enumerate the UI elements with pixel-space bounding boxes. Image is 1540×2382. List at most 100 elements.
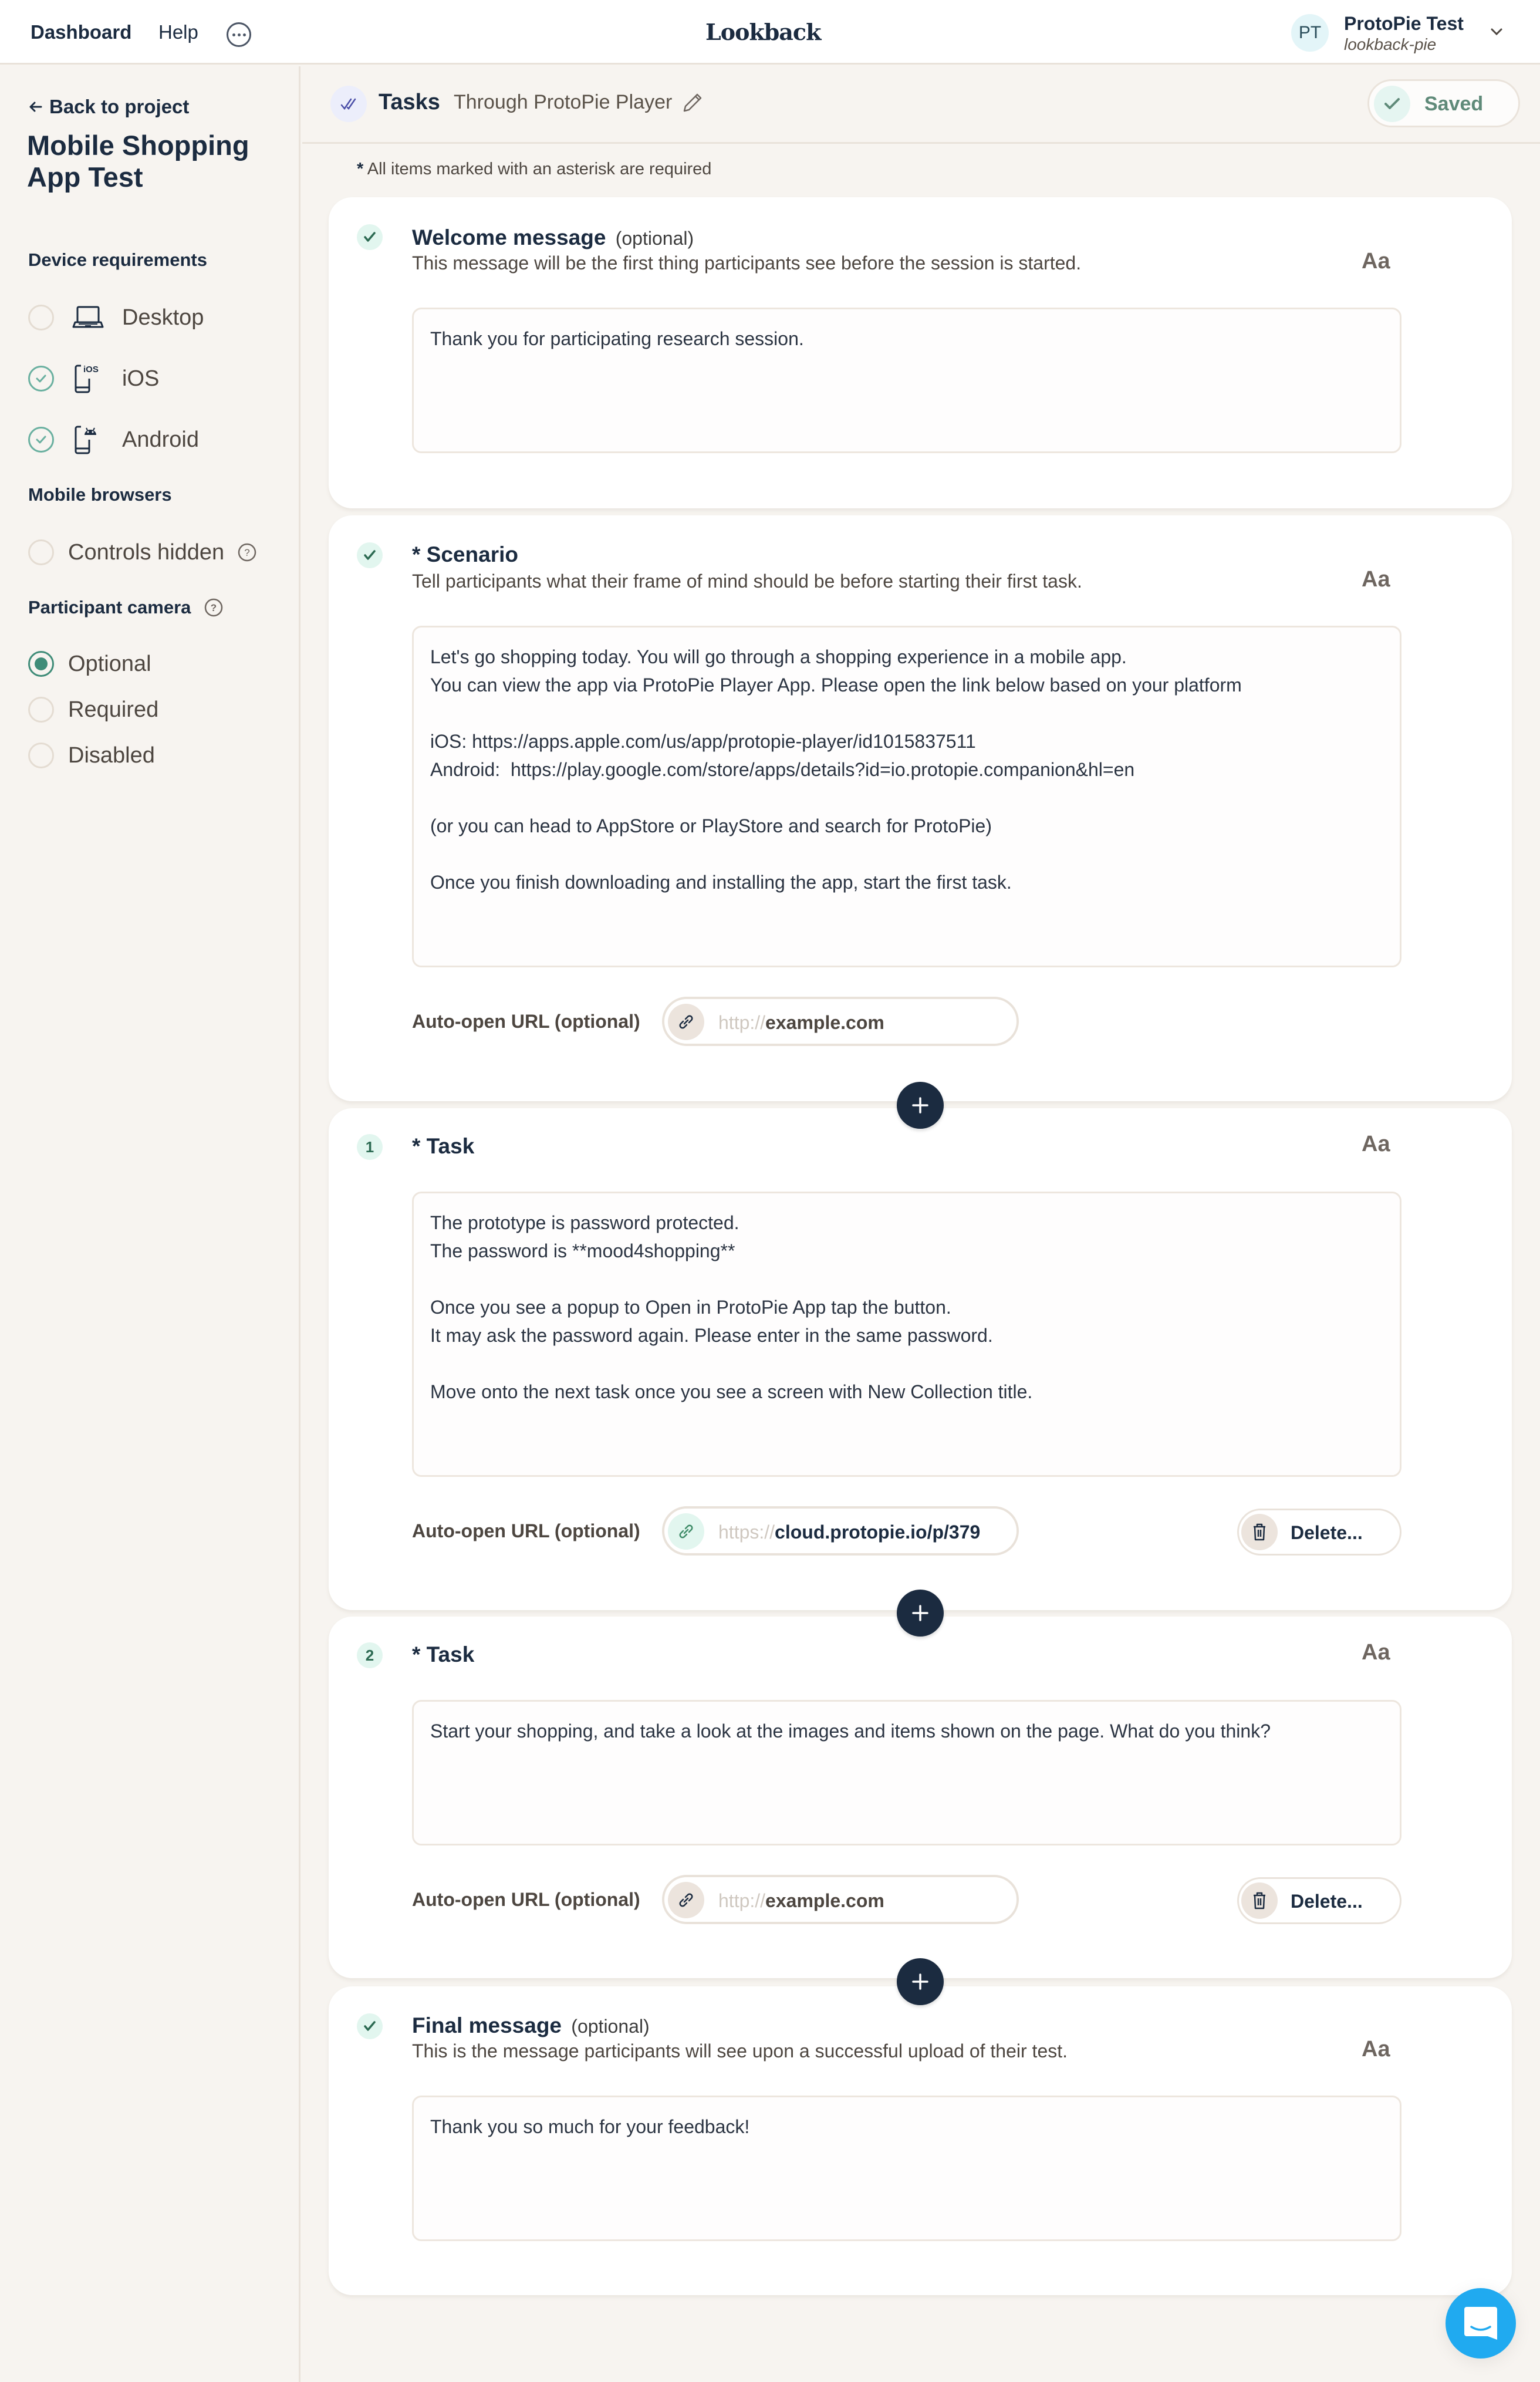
final-description: This is the message participants will se…	[412, 2040, 1068, 2062]
plus-icon	[912, 1097, 928, 1114]
ios-checkbox[interactable]	[28, 366, 54, 392]
arrow-left-icon	[29, 102, 42, 112]
ios-phone-icon: iOS	[75, 365, 99, 393]
nav-help-link[interactable]: Help	[158, 21, 198, 43]
task-instructions-input[interactable]: Start your shopping, and take a look at …	[412, 1700, 1401, 1845]
welcome-description: This message will be the first thing par…	[412, 252, 1082, 274]
required-radio[interactable]	[28, 697, 54, 723]
check-icon	[357, 224, 383, 250]
laptop-icon	[72, 306, 104, 328]
svg-text:?: ?	[244, 547, 249, 558]
saved-status-badge: Saved	[1367, 79, 1520, 127]
text-format-button[interactable]: Aa	[1362, 2037, 1390, 2062]
checkmark-icon	[36, 374, 46, 383]
saved-label: Saved	[1424, 93, 1484, 115]
task-number-badge: 2	[357, 1642, 383, 1668]
svg-text:iOS: iOS	[83, 365, 99, 374]
device-option-desktop[interactable]: Desktop	[28, 300, 204, 335]
link-icon	[668, 1513, 704, 1550]
camera-option-optional[interactable]: Optional	[28, 646, 151, 681]
optional-radio[interactable]	[28, 651, 54, 677]
optional-label: Optional	[68, 651, 151, 676]
avatar: PT	[1291, 14, 1329, 52]
tasks-header: Tasks Through ProtoPie Player Saved	[302, 66, 1540, 144]
welcome-message-input[interactable]: Thank you for participating research ses…	[412, 308, 1401, 453]
android-label: Android	[122, 427, 199, 452]
url-value: https://cloud.protopie.io/p/379	[718, 1521, 980, 1543]
url-host: example.com	[765, 1890, 884, 1911]
mobile-browsers-heading: Mobile browsers	[28, 484, 172, 505]
chevron-down-icon[interactable]	[1485, 20, 1508, 43]
add-task-button[interactable]	[897, 1958, 944, 2005]
trash-icon	[1241, 1514, 1278, 1550]
auto-open-url-row: Auto-open URL (optional) https://cloud.p…	[412, 1506, 1401, 1556]
desktop-checkbox[interactable]	[28, 305, 54, 330]
tasks-subtitle: Through ProtoPie Player	[454, 91, 673, 113]
text-format-button[interactable]: Aa	[1362, 249, 1390, 274]
back-to-project-link[interactable]: Back to project	[27, 96, 189, 118]
text-format-button[interactable]: Aa	[1362, 1640, 1390, 1665]
auto-open-url-row: Auto-open URL (optional) http://example.…	[412, 997, 1401, 1046]
final-title-text: Final message	[412, 2013, 562, 2037]
disabled-label: Disabled	[68, 743, 155, 768]
help-icon[interactable]: ?	[204, 598, 224, 618]
auto-open-url-label: Auto-open URL (optional)	[412, 1889, 640, 1910]
required-note: * All items marked with an asterisk are …	[357, 160, 711, 179]
delete-task-button[interactable]: Delete...	[1237, 1509, 1401, 1556]
final-title: Final message (optional)	[412, 2013, 650, 2038]
camera-option-disabled[interactable]: Disabled	[28, 738, 155, 773]
chat-bubble-icon	[1464, 2307, 1497, 2340]
auto-open-url-input[interactable]: https://cloud.protopie.io/p/379	[662, 1506, 1019, 1556]
check-icon	[357, 2013, 383, 2039]
support-chat-button[interactable]	[1446, 2288, 1516, 2359]
mobile-option-controls-hidden[interactable]: Controls hidden ?	[28, 535, 257, 570]
sidebar: Back to project Mobile Shopping App Test…	[0, 66, 300, 2382]
svg-text:?: ?	[211, 602, 217, 613]
add-task-button[interactable]	[897, 1082, 944, 1129]
ios-label: iOS	[122, 366, 160, 391]
link-icon	[668, 1882, 704, 1918]
double-check-icon	[330, 86, 367, 122]
checkmark-icon	[36, 436, 46, 444]
delete-label: Delete...	[1291, 1891, 1363, 1912]
final-message-input[interactable]: Thank you so much for your feedback!	[412, 2096, 1401, 2241]
desktop-label: Desktop	[122, 305, 204, 330]
delete-label: Delete...	[1291, 1522, 1363, 1543]
device-option-android[interactable]: Android	[28, 422, 199, 457]
delete-task-button[interactable]: Delete...	[1237, 1877, 1401, 1924]
scenario-input[interactable]: Let's go shopping today. You will go thr…	[412, 626, 1401, 967]
more-options-icon[interactable]	[227, 22, 251, 47]
welcome-title: Welcome message (optional)	[412, 225, 694, 250]
task-title: * Task	[412, 1642, 475, 1666]
scenario-title: * Scenario	[412, 542, 518, 566]
link-icon	[668, 1004, 704, 1040]
text-format-button[interactable]: Aa	[1362, 567, 1390, 592]
participant-camera-label: Participant camera	[28, 597, 191, 618]
controls-hidden-checkbox[interactable]	[28, 539, 54, 565]
auto-open-url-input[interactable]: http://example.com	[662, 997, 1019, 1046]
android-checkbox[interactable]	[28, 427, 54, 453]
welcome-message-card: Welcome message (optional) This message …	[329, 197, 1512, 508]
account-org: lookback-pie	[1344, 35, 1437, 53]
help-icon[interactable]: ?	[237, 542, 257, 562]
url-protocol: http://	[718, 1890, 766, 1911]
pencil-icon[interactable]	[681, 91, 704, 114]
camera-option-required[interactable]: Required	[28, 692, 158, 727]
device-option-ios[interactable]: iOS iOS	[28, 361, 159, 396]
task-instructions-input[interactable]: The prototype is password protected. The…	[412, 1192, 1401, 1477]
lookback-logo[interactable]: Lookback	[705, 19, 821, 45]
auto-open-url-input[interactable]: http://example.com	[662, 1875, 1019, 1924]
text-format-button[interactable]: Aa	[1362, 1132, 1390, 1157]
disabled-radio[interactable]	[28, 743, 54, 768]
task-number-badge: 1	[357, 1134, 383, 1160]
back-to-project-label: Back to project	[49, 96, 190, 117]
scenario-description: Tell participants what their frame of mi…	[412, 571, 1082, 592]
trash-icon	[1241, 1882, 1278, 1919]
optional-tag: (optional)	[571, 2016, 650, 2037]
add-task-button[interactable]	[897, 1590, 944, 1637]
task-card: 1 * Task Aa The prototype is password pr…	[329, 1108, 1512, 1610]
controls-hidden-label: Controls hidden	[68, 539, 225, 565]
url-host: cloud.protopie.io/p/379	[775, 1521, 981, 1543]
top-bar: Dashboard Help Lookback PT ProtoPie Test…	[0, 0, 1540, 65]
nav-dashboard-link[interactable]: Dashboard	[31, 21, 131, 43]
